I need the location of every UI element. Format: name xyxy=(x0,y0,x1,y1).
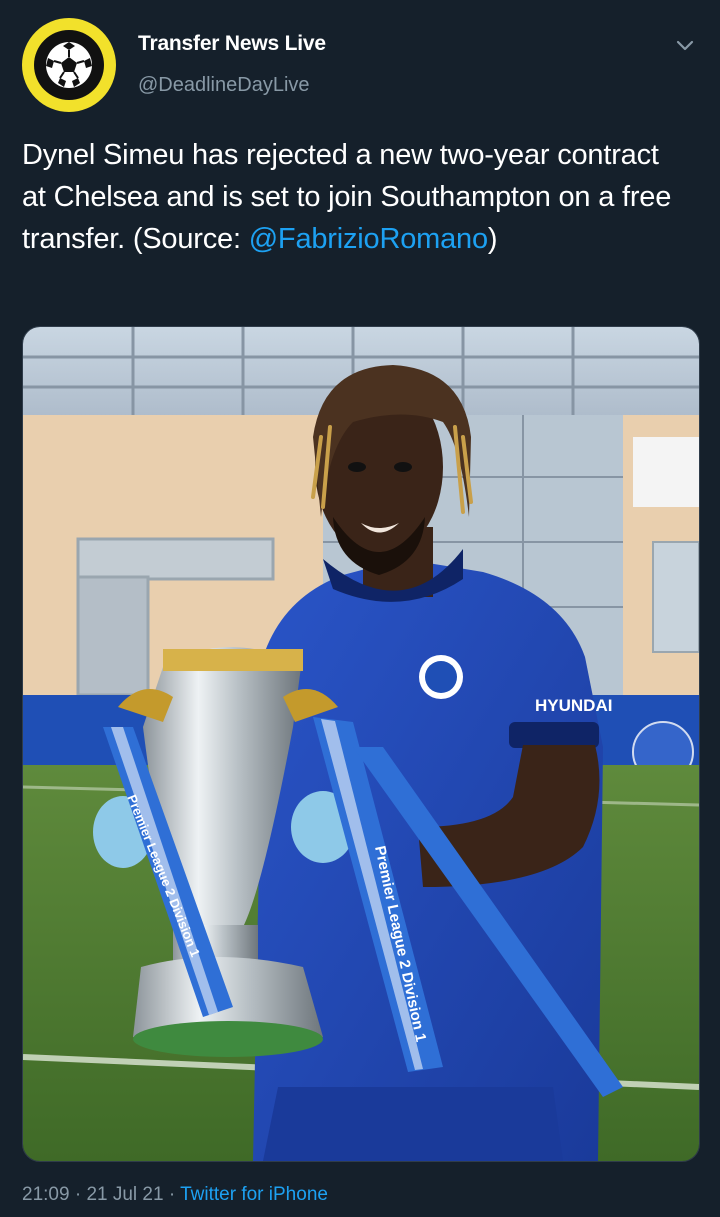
author-name[interactable]: Transfer News Live xyxy=(138,32,326,56)
football-icon xyxy=(34,30,104,100)
chevron-down-icon[interactable] xyxy=(672,32,698,58)
separator: · xyxy=(163,1184,181,1205)
tweet-meta: 21:09 · 21 Jul 21 · Twitter for iPhone xyxy=(22,1184,328,1206)
player-trophy-photo: HYUNDAI Premier League 2 Division 1 Prem… xyxy=(23,327,699,1161)
tweet-date[interactable]: 21 Jul 21 xyxy=(86,1184,163,1205)
shirt-sponsor: HYUNDAI xyxy=(535,696,612,715)
mention-link[interactable]: @FabrizioRomano xyxy=(249,223,488,255)
tweet-body-end: ) xyxy=(487,223,498,255)
tweet-text: Dynel Simeu has rejected a new two-year … xyxy=(22,134,682,260)
avatar[interactable] xyxy=(22,18,116,112)
tweet-header: Transfer News Live @DeadlineDayLive xyxy=(22,18,698,114)
author-handle[interactable]: @DeadlineDayLive xyxy=(138,74,310,97)
tweet-source[interactable]: Twitter for iPhone xyxy=(180,1184,328,1205)
separator: · xyxy=(69,1184,87,1205)
tweet-photo[interactable]: HYUNDAI Premier League 2 Division 1 Prem… xyxy=(22,326,700,1162)
tweet-time[interactable]: 21:09 xyxy=(22,1184,70,1205)
